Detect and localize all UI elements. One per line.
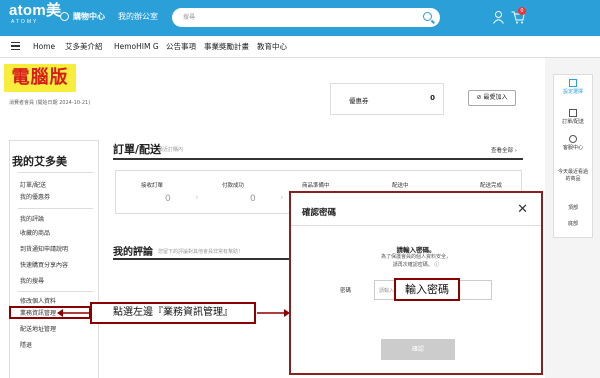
rsb-bottom[interactable]: 底部 — [554, 221, 592, 228]
review-title: 我的評論 — [113, 247, 153, 258]
coupon-box[interactable]: 優惠券 0 — [330, 83, 444, 115]
order-status-label: 配送完成 — [480, 183, 503, 189]
order-status-label: 商品準備中 — [302, 183, 330, 189]
sidebar-divider — [18, 208, 93, 209]
password-label: 密碼 — [340, 288, 352, 294]
logo[interactable]: atom美 — [9, 3, 61, 19]
sidebar-item-profile[interactable]: 修改個人資料 — [20, 298, 56, 306]
orders-title: 訂單/配送 — [113, 143, 162, 156]
sidebar-item-searches[interactable]: 我的搜尋 — [20, 278, 44, 286]
modal-desc: 為了保護會員的個人資料安全， — [380, 254, 451, 260]
order-status-label: 付款成功 — [222, 183, 245, 189]
orders-subtitle: 最近訂購內 — [158, 147, 184, 153]
order-status-label: 接收訂單 — [141, 183, 164, 189]
order-status-label: 配送中 — [392, 183, 409, 189]
modal-divider — [291, 225, 541, 226]
logo-subtitle: ATOMY — [11, 19, 39, 25]
review-divider — [113, 258, 293, 260]
sidebar-item-reviews[interactable]: 我的評論 — [20, 216, 44, 224]
password-modal: 確認密碼 ✕ 請輸入密碼。 為了保護會員的個人資料安全， 請再次確認密碼。 ⓘ … — [289, 191, 543, 375]
shopping-center-link[interactable]: 購物中心 — [73, 12, 105, 22]
member-info: 消費者會員 (開始日期 2024-10-21) — [9, 100, 91, 106]
confirm-button[interactable]: 確認 — [381, 339, 455, 360]
rsb-recent[interactable]: 今天最近看過的商品 — [558, 169, 588, 183]
chevron-right-icon: › — [280, 193, 284, 203]
sidebar-item-coupons[interactable]: 我的優惠券 — [20, 194, 50, 202]
pc-version-tag: 電腦版 — [4, 64, 76, 92]
search-icon[interactable] — [423, 12, 432, 21]
password-callout: 輸入密碼 — [394, 278, 460, 301]
arrow-left-icon — [57, 309, 90, 317]
right-sidebar: 設定選擇 訂單/配送 客服中心 今天最近看過的商品 頂部 底部 — [553, 74, 593, 238]
review-subtitle: 您留下的評論對其他會員非常有幫助！ — [158, 249, 244, 255]
sidebar-title: 我的艾多美 — [12, 155, 67, 168]
close-icon[interactable]: ✕ — [517, 202, 528, 217]
sidebar-divider — [18, 172, 93, 173]
view-all-link[interactable]: 查看全部 › — [491, 146, 517, 154]
nav-notices[interactable]: 公告事項 — [166, 42, 196, 52]
orders-divider — [113, 158, 523, 160]
sidebar-item-orders[interactable]: 訂單/配送 — [20, 182, 46, 190]
sidebar-item-restock[interactable]: 到貨通知申請說明 — [20, 246, 68, 254]
order-status-value[interactable]: 0 — [165, 194, 171, 204]
favorite-add-button[interactable]: ⊘ 最愛加入 — [468, 90, 516, 106]
settings-icon — [569, 79, 577, 87]
order-status-value[interactable]: 0 — [250, 194, 256, 204]
shopping-center-icon — [60, 12, 69, 21]
modal-desc: 請再次確認密碼。 ⓘ — [392, 262, 440, 268]
annotation-callout: 點選左邊『業務資訊管理』 — [90, 302, 256, 324]
nav-education[interactable]: 教育中心 — [257, 42, 287, 52]
coupon-value: 0 — [430, 94, 435, 102]
menu-icon[interactable] — [11, 42, 20, 50]
nav-business-plan[interactable]: 事業獎勵計畫 — [204, 42, 249, 52]
search-placeholder: 搜尋 — [183, 14, 196, 21]
modal-heading: 請輸入密碼。 — [396, 246, 436, 254]
search-input[interactable]: 搜尋 — [172, 8, 440, 27]
nav-about[interactable]: 艾多美介紹 — [65, 42, 103, 52]
my-office-link[interactable]: 我的辦公室 — [118, 12, 158, 22]
nav-home[interactable]: Home — [33, 42, 55, 52]
rsb-top[interactable]: 頂部 — [554, 205, 592, 212]
sidebar-item-withdraw[interactable]: 隱退 — [20, 342, 32, 350]
rsb-customer-service[interactable]: 客服中心 — [554, 145, 592, 152]
coupon-label: 優惠券 — [349, 97, 369, 105]
rsb-settings[interactable]: 設定選擇 — [554, 89, 592, 96]
sidebar-item-addresses[interactable]: 配送地址管理 — [20, 326, 56, 334]
chevron-right-icon: › — [195, 193, 199, 203]
sidebar-item-favorites[interactable]: 收藏的商品 — [20, 230, 50, 238]
modal-title: 確認密碼 — [302, 208, 337, 218]
sidebar-divider — [18, 291, 93, 292]
rsb-orders[interactable]: 訂單/配送 — [554, 119, 592, 126]
headset-icon — [569, 135, 577, 143]
sidebar-item-quick-buy[interactable]: 快速購買分享內容 — [20, 262, 68, 270]
receipt-icon — [569, 109, 577, 117]
arrow-right-icon — [257, 309, 290, 317]
nav-hemohim[interactable]: HemoHIM G — [114, 42, 159, 52]
user-icon[interactable] — [493, 11, 504, 24]
cart-count-badge: 0 — [518, 7, 526, 15]
